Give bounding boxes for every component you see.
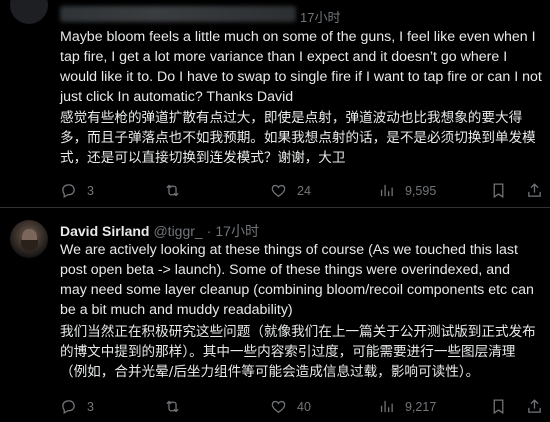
share-icon	[528, 399, 541, 413]
tweet-divider	[0, 207, 550, 208]
reply-icon	[62, 400, 75, 415]
like-button[interactable]: 40	[270, 398, 311, 415]
reply-button[interactable]: 3	[60, 398, 94, 415]
reply-header: David Sirland @tiggr_ · 17小时	[60, 221, 259, 241]
share-icon	[528, 183, 541, 197]
share-button[interactable]	[526, 182, 543, 199]
reply-count: 3	[87, 183, 94, 198]
bookmark-icon	[493, 183, 504, 199]
reply-actions: 3 40 9,217	[60, 398, 548, 418]
separator-dot: ·	[206, 223, 212, 239]
author-handle[interactable]: @tiggr_	[153, 223, 202, 239]
views-count: 9,217	[405, 399, 437, 414]
avatar[interactable]	[10, 0, 48, 24]
views-icon	[380, 184, 393, 197]
like-count: 24	[297, 183, 311, 198]
like-count: 40	[297, 399, 311, 414]
retweet-button[interactable]	[164, 398, 191, 415]
reply-text-english: We are actively looking at these things …	[60, 242, 534, 318]
reply-icon	[62, 184, 75, 199]
tweet-text-english: Maybe bloom feels a little much on some …	[60, 29, 542, 105]
avatar[interactable]	[10, 220, 48, 258]
reply-count: 3	[87, 399, 94, 414]
bookmark-button[interactable]	[490, 398, 507, 415]
bookmark-button[interactable]	[490, 182, 507, 199]
like-icon	[271, 184, 286, 197]
share-button[interactable]	[526, 398, 543, 415]
tweet-text-chinese: 感觉有些枪的弹道扩散有点过大，即使是点射，弹道波动也比我想象的要大得多，而且子弹…	[60, 110, 536, 166]
retweet-button[interactable]	[164, 182, 191, 199]
views-icon	[380, 400, 393, 413]
blurred-author-name	[60, 6, 296, 22]
tweet-actions: 3 24 9,595	[60, 182, 548, 202]
retweet-icon	[166, 400, 179, 413]
top-tweet-header: 17小时	[0, 0, 550, 26]
tweet-time[interactable]: 17小时	[215, 221, 259, 241]
reply-text-chinese: 我们当然正在积极研究这些问题（就像我们在上一篇关于公开测试版到正式发布的博文中提…	[60, 324, 536, 380]
bookmark-icon	[493, 399, 504, 415]
like-icon	[271, 400, 286, 413]
views-button[interactable]: 9,595	[378, 182, 436, 199]
tweet-time[interactable]: 17小时	[300, 7, 340, 26]
views-count: 9,595	[405, 183, 437, 198]
avatar-beard	[21, 240, 38, 251]
author-name[interactable]: David Sirland	[60, 223, 149, 239]
reply-button[interactable]: 3	[60, 182, 94, 199]
like-button[interactable]: 24	[270, 182, 311, 199]
retweet-icon	[166, 184, 179, 197]
views-button[interactable]: 9,217	[378, 398, 436, 415]
